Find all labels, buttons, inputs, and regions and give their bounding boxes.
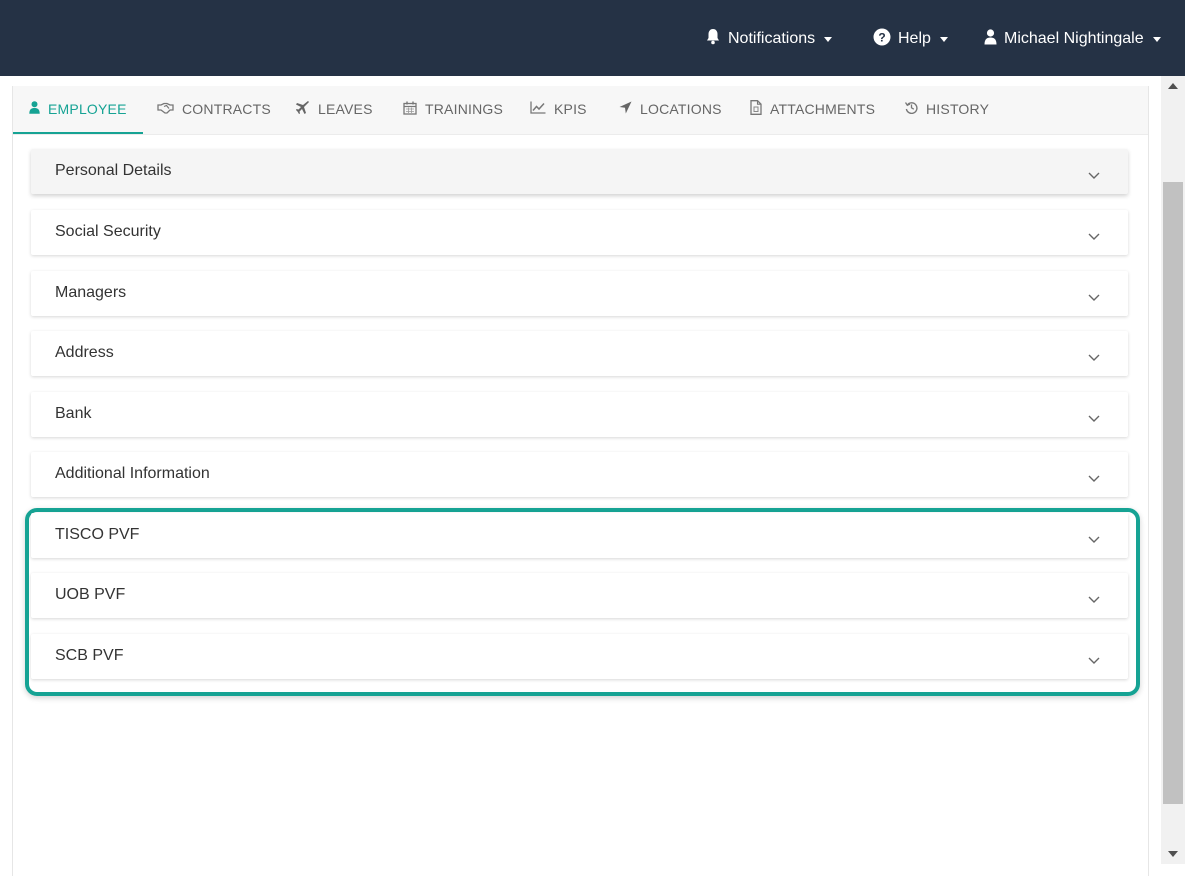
scroll-down-arrow-icon[interactable] [1168, 851, 1178, 857]
svg-text:?: ? [878, 30, 885, 44]
tab-employee[interactable]: EMPLOYEE [13, 86, 143, 134]
section-title: TISCO PVF [55, 526, 140, 543]
vertical-scrollbar[interactable] [1161, 76, 1185, 864]
location-arrow-icon [619, 101, 640, 117]
section-social-security[interactable]: Social Security [31, 210, 1128, 255]
chevron-down-icon [1088, 531, 1100, 549]
tab-trainings[interactable]: TRAININGS [387, 86, 519, 132]
tab-history[interactable]: HISTORY [889, 86, 1005, 132]
top-navbar: Notifications ? Help Michael Nightingale [0, 0, 1185, 76]
page-content: EMPLOYEE CONTRACTS LEAVES TRAININGS KPIS… [0, 76, 1161, 876]
handshake-icon [157, 101, 182, 117]
chevron-down-icon [1088, 167, 1100, 185]
chevron-down-icon [1088, 349, 1100, 367]
user-icon [984, 28, 1004, 50]
chevron-down-icon [1088, 228, 1100, 246]
tab-label: LEAVES [318, 101, 373, 117]
line-chart-icon [530, 101, 554, 117]
scroll-up-arrow-icon[interactable] [1168, 83, 1178, 89]
help-menu[interactable]: ? Help [873, 28, 948, 50]
calendar-icon [403, 101, 425, 118]
chevron-down-icon [1088, 410, 1100, 428]
chevron-down-icon [1088, 591, 1100, 609]
help-label: Help [898, 30, 931, 47]
section-title: SCB PVF [55, 647, 124, 664]
tab-locations[interactable]: LOCATIONS [603, 86, 738, 132]
plane-icon [296, 100, 318, 118]
section-title: Bank [55, 405, 92, 422]
tab-label: KPIS [554, 101, 587, 117]
section-address[interactable]: Address [31, 331, 1128, 376]
section-title: Managers [55, 284, 127, 301]
tab-leaves[interactable]: LEAVES [280, 86, 389, 132]
section-personal-details[interactable]: Personal Details [31, 149, 1128, 194]
tab-label: ATTACHMENTS [770, 101, 876, 117]
caret-down-icon [824, 36, 833, 42]
section-scb-pvf[interactable]: SCB PVF [31, 634, 1128, 679]
history-icon [904, 101, 926, 117]
question-circle-icon: ? [873, 28, 898, 51]
section-tisco-pvf[interactable]: TISCO PVF [31, 513, 1128, 558]
notifications-label: Notifications [728, 30, 816, 47]
tab-label: EMPLOYEE [48, 101, 127, 117]
chevron-down-icon [1088, 470, 1100, 488]
section-bank[interactable]: Bank [31, 392, 1128, 437]
tab-kpis[interactable]: KPIS [514, 86, 603, 132]
section-uob-pvf[interactable]: UOB PVF [31, 573, 1128, 618]
user-menu[interactable]: Michael Nightingale [984, 28, 1161, 50]
bell-icon [705, 28, 728, 50]
tab-bar: EMPLOYEE CONTRACTS LEAVES TRAININGS KPIS… [13, 86, 1148, 135]
caret-down-icon [1152, 36, 1161, 42]
section-additional-information[interactable]: Additional Information [31, 452, 1128, 497]
section-title: Additional Information [55, 465, 210, 482]
scrollbar-thumb[interactable] [1163, 182, 1183, 804]
chevron-down-icon [1088, 289, 1100, 307]
tab-attachments[interactable]: ATTACHMENTS [734, 86, 891, 132]
section-managers[interactable]: Managers [31, 271, 1128, 316]
section-title: Address [55, 344, 114, 361]
tab-label: HISTORY [926, 101, 990, 117]
file-icon [750, 100, 770, 118]
section-title: Social Security [55, 223, 161, 240]
user-icon [29, 101, 48, 117]
employee-card: EMPLOYEE CONTRACTS LEAVES TRAININGS KPIS… [12, 86, 1149, 876]
tab-contracts[interactable]: CONTRACTS [141, 86, 287, 132]
section-title: UOB PVF [55, 586, 126, 603]
notifications-menu[interactable]: Notifications [705, 28, 833, 50]
tab-label: LOCATIONS [640, 101, 722, 117]
user-name-label: Michael Nightingale [1004, 30, 1144, 47]
tab-label: TRAININGS [425, 101, 504, 117]
chevron-down-icon [1088, 652, 1100, 670]
section-title: Personal Details [55, 162, 172, 179]
tab-label: CONTRACTS [182, 101, 271, 117]
caret-down-icon [939, 36, 948, 42]
